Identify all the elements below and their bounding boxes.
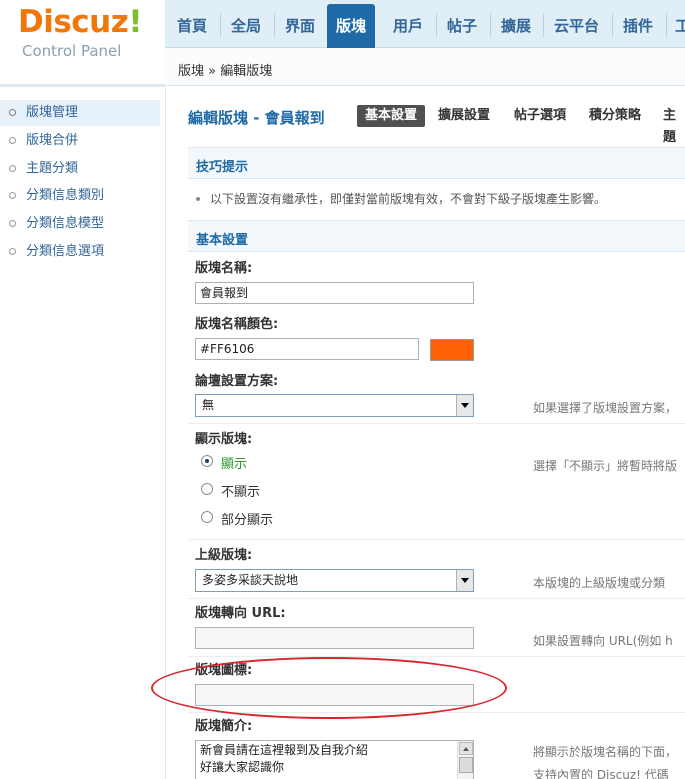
parent-forum-value: 多姿多采談天說地	[202, 573, 299, 587]
description-hint-codes: 支持內置的 Discuz! 代碼	[533, 768, 669, 779]
forum-name-label: 版塊名稱:	[195, 261, 253, 276]
logo[interactable]: Discuz! Control Panel	[0, 0, 165, 84]
description-line: 新會員請在這裡報到及自我介紹	[200, 743, 369, 757]
redirect-url-hint: 如果設置轉向 URL(例如 h	[533, 634, 673, 648]
sidebar-item-label: 分類信息類別	[26, 188, 105, 203]
basic-settings-heading: 基本設置	[196, 233, 249, 248]
nav-separator	[436, 13, 437, 37]
nav-separator	[543, 13, 544, 37]
basic-settings-header: 基本設置	[188, 220, 685, 252]
sidebar-item-label: 分類信息模型	[26, 216, 105, 231]
nav-tab-cloud[interactable]: 云平台	[554, 7, 599, 45]
forum-color-label: 版塊名稱顏色:	[195, 317, 279, 332]
forum-icon-label: 版塊圖標:	[195, 663, 253, 678]
sidebar-item-label: 主題分類	[26, 161, 79, 176]
sidebar-item-forum-merge[interactable]: 版塊合併	[0, 128, 160, 154]
sidebar-item-label: 分類信息選項	[26, 244, 105, 259]
nav-tab-extended[interactable]: 擴展	[501, 7, 531, 45]
bullet-icon	[9, 248, 16, 255]
radio-label: 部分顯示	[221, 513, 274, 528]
top-nav: 首頁 全局 界面 版塊 用戶 帖子 擴展 云平台 插件 工	[165, 0, 685, 48]
scheme-select[interactable]: 無	[195, 394, 474, 417]
nav-tab-home[interactable]: 首頁	[177, 7, 207, 45]
display-hint: 選擇「不顯示」將暫時將版	[533, 459, 678, 473]
breadcrumb-bar: 版塊 » 編輯版塊	[165, 48, 685, 86]
logo-wordmark: Discuz!	[18, 4, 142, 40]
textarea-scrollbar[interactable]	[457, 741, 473, 779]
radio-icon[interactable]	[201, 511, 213, 523]
redirect-url-input[interactable]	[195, 627, 474, 649]
color-swatch[interactable]	[430, 339, 474, 361]
row-divider	[188, 598, 685, 599]
page-title: 編輯版塊 - 會員報到	[188, 109, 325, 127]
sidebar-item-label: 版塊管理	[26, 105, 79, 120]
scheme-hint: 如果選擇了版塊設置方案，	[533, 401, 678, 415]
tip-item: 以下設置沒有繼承性，即僅對當前版塊有效，不會對下級子版塊產生影響。	[196, 190, 606, 207]
forum-name-input[interactable]: 會員報到	[195, 282, 474, 304]
nav-tab-global[interactable]: 全局	[231, 7, 261, 45]
logo-subtitle: Control Panel	[22, 42, 122, 60]
radio-label: 顯示	[221, 457, 248, 472]
parent-forum-hint: 本版塊的上級版塊或分類	[533, 576, 666, 590]
bullet-icon	[9, 192, 16, 199]
description-hint: 將顯示於版塊名稱的下面，	[533, 745, 678, 759]
bullet-icon	[9, 137, 16, 144]
forum-color-input[interactable]: #FF6106	[195, 338, 419, 360]
sidebar-item-sort-options[interactable]: 分類信息選項	[0, 239, 160, 265]
tab-basic-settings[interactable]: 基本設置	[357, 105, 426, 127]
row-divider	[188, 423, 685, 424]
tab-post-options[interactable]: 帖子選項	[514, 105, 566, 127]
nav-separator	[490, 13, 491, 37]
breadcrumb: 版塊 » 編輯版塊	[178, 64, 273, 79]
tips-header: 技巧提示	[188, 147, 685, 179]
forum-icon-input[interactable]	[195, 684, 474, 706]
display-label: 顯示版塊:	[195, 432, 253, 447]
nav-tab-forum[interactable]: 版塊	[327, 4, 376, 48]
sidebar-item-forum-manage[interactable]: 版塊管理	[0, 100, 160, 126]
sidebar-item-thread-types[interactable]: 主題分類	[0, 156, 160, 182]
sidebar-item-sort-models[interactable]: 分類信息模型	[0, 211, 160, 237]
tip-text: 以下設置沒有繼承性，即僅對當前版塊有效，不會對下級子版塊產生影響。	[210, 192, 607, 206]
nav-separator	[274, 13, 275, 37]
description-line: 好讓大家認識你	[200, 760, 285, 774]
radio-label: 不顯示	[221, 485, 261, 500]
dropdown-arrow-icon[interactable]	[456, 570, 473, 591]
nav-separator	[666, 13, 667, 37]
nav-tab-users[interactable]: 用戶	[393, 7, 423, 45]
nav-tab-style[interactable]: 界面	[285, 7, 315, 45]
dropdown-arrow-icon[interactable]	[456, 395, 473, 416]
main-content: 編輯版塊 - 會員報到 基本設置 擴展設置 帖子選項 積分策略 主題 技巧提示 …	[166, 87, 685, 779]
forum-description-textarea[interactable]: 新會員請在這裡報到及自我介紹 好讓大家認識你	[195, 740, 474, 779]
tab-credit-policy[interactable]: 積分策略	[589, 105, 641, 127]
nav-separator	[612, 13, 613, 37]
nav-separator	[220, 13, 221, 37]
tips-heading: 技巧提示	[196, 160, 249, 175]
scroll-thumb[interactable]	[459, 757, 473, 773]
forum-description-label: 版塊簡介:	[195, 719, 253, 734]
nav-tab-plugins[interactable]: 插件	[623, 7, 653, 45]
bullet-icon	[9, 220, 16, 227]
row-divider	[188, 712, 685, 713]
control-panel-page: Discuz! Control Panel 首頁 全局 界面 版塊 用戶 帖子 …	[0, 0, 685, 779]
bullet-icon	[9, 165, 16, 172]
row-divider	[188, 656, 685, 657]
scheme-label: 論壇設置方案:	[195, 374, 279, 389]
row-divider	[188, 539, 685, 540]
radio-selected-icon[interactable]	[201, 455, 213, 467]
nav-tab-tools[interactable]: 工	[675, 7, 685, 45]
radio-icon[interactable]	[201, 483, 213, 495]
tab-extended-settings[interactable]: 擴展設置	[438, 105, 490, 127]
parent-forum-select[interactable]: 多姿多采談天說地	[195, 569, 474, 592]
scheme-select-value: 無	[202, 398, 215, 412]
redirect-url-label: 版塊轉向 URL:	[195, 606, 286, 621]
scroll-up-icon[interactable]	[459, 742, 473, 755]
bullet-icon	[9, 109, 16, 116]
sidebar: 版塊管理 版塊合併 主題分類 分類信息類別 分類信息模型 分類信息選項	[0, 87, 165, 779]
bullet-icon	[196, 197, 200, 201]
parent-forum-label: 上級版塊:	[195, 548, 253, 563]
sidebar-item-sort-categories[interactable]: 分類信息類別	[0, 183, 160, 209]
tab-more[interactable]: 主題	[663, 105, 685, 145]
sidebar-item-label: 版塊合併	[26, 133, 79, 148]
nav-tab-threads[interactable]: 帖子	[447, 7, 477, 45]
